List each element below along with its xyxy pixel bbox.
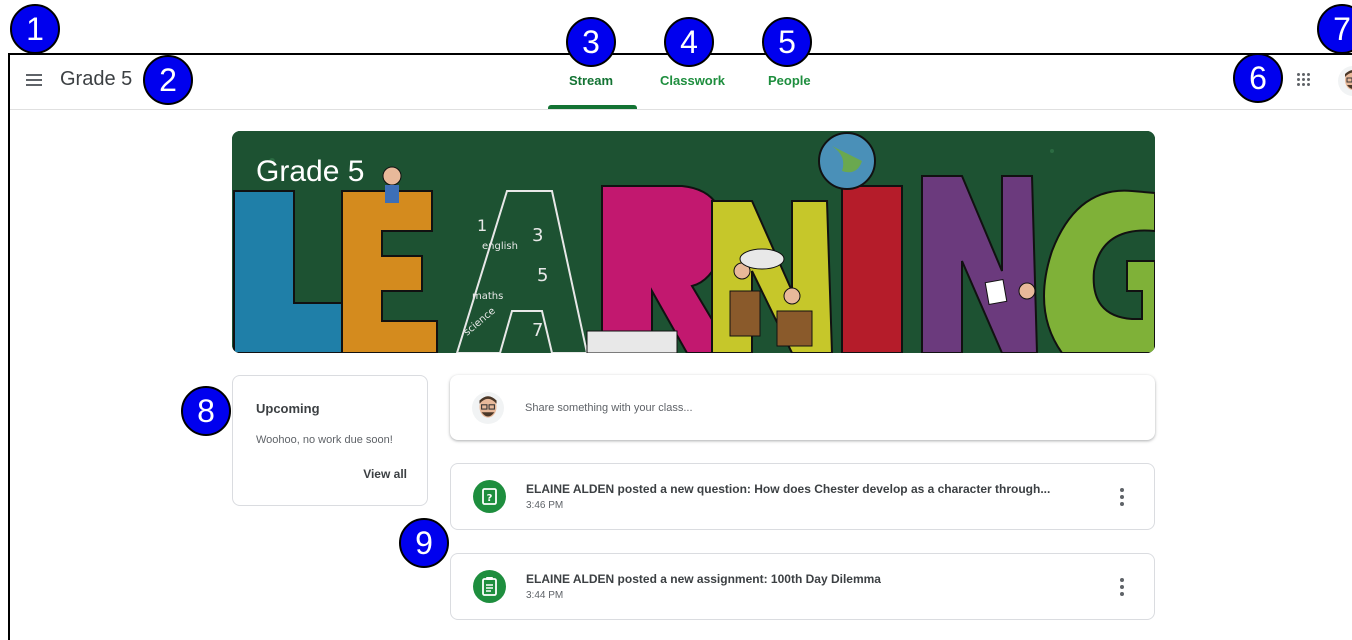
- doodle-english: english: [482, 241, 518, 252]
- learning-banner-illustration: 1 3 english 5 maths science 7: [232, 131, 1155, 353]
- more-options-icon[interactable]: [1118, 487, 1126, 507]
- share-placeholder: Share something with your class...: [525, 402, 693, 414]
- tab-classwork[interactable]: Classwork: [660, 73, 725, 88]
- doodle-5: 5: [537, 265, 548, 286]
- post-time: 3:46 PM: [526, 500, 564, 511]
- question-icon: ?: [482, 488, 497, 505]
- classroom-window: Grade 5 Stream Classwork People Grade 5: [8, 53, 1352, 640]
- more-options-icon[interactable]: [1118, 577, 1126, 597]
- annotation-badge-4: 4: [664, 17, 714, 67]
- post-title: ELAINE ALDEN posted a new question: How …: [526, 482, 1051, 496]
- banner-title: Grade 5: [256, 155, 365, 188]
- tab-people[interactable]: People: [768, 73, 811, 88]
- google-apps-grid-icon[interactable]: [1296, 72, 1312, 88]
- annotation-badge-5: 5: [762, 17, 812, 67]
- svg-text:?: ?: [487, 493, 493, 504]
- doodle-3: 3: [532, 225, 543, 246]
- doodle-maths: maths: [472, 291, 503, 302]
- doodle-7: 7: [532, 320, 543, 341]
- account-avatar[interactable]: [1338, 66, 1352, 96]
- annotation-badge-6: 6: [1233, 53, 1283, 103]
- class-title[interactable]: Grade 5: [60, 68, 132, 91]
- doodle-1: 1: [477, 216, 487, 235]
- share-with-class-box[interactable]: Share something with your class...: [450, 375, 1155, 440]
- annotation-badge-1: 1: [10, 4, 60, 54]
- post-type-badge: ?: [473, 480, 506, 513]
- bitmoji-avatar-icon: [479, 396, 497, 418]
- assignment-icon: [482, 577, 497, 596]
- annotation-badge-2: 2: [143, 55, 193, 105]
- post-time: 3:44 PM: [526, 590, 564, 601]
- post-title: ELAINE ALDEN posted a new assignment: 10…: [526, 572, 881, 586]
- upcoming-title: Upcoming: [256, 401, 320, 416]
- annotation-badge-9: 9: [399, 518, 449, 568]
- user-avatar: [472, 392, 504, 424]
- view-all-link[interactable]: View all: [363, 467, 407, 481]
- stream-post[interactable]: ? ELAINE ALDEN posted a new question: Ho…: [450, 463, 1155, 530]
- upcoming-text: Woohoo, no work due soon!: [256, 434, 393, 446]
- annotation-badge-7: 7: [1317, 4, 1352, 54]
- bitmoji-avatar-icon: [1345, 70, 1352, 90]
- annotation-badge-8: 8: [181, 386, 231, 436]
- post-type-badge: [473, 570, 506, 603]
- tab-stream[interactable]: Stream: [569, 73, 613, 88]
- upcoming-card: Upcoming Woohoo, no work due soon! View …: [232, 375, 428, 506]
- annotation-badge-3: 3: [566, 17, 616, 67]
- hamburger-menu-icon[interactable]: [24, 70, 44, 90]
- class-banner: Grade 5 1 3 english 5 maths science 7: [232, 131, 1155, 353]
- stream-post[interactable]: ELAINE ALDEN posted a new assignment: 10…: [450, 553, 1155, 620]
- active-tab-indicator: [548, 105, 637, 109]
